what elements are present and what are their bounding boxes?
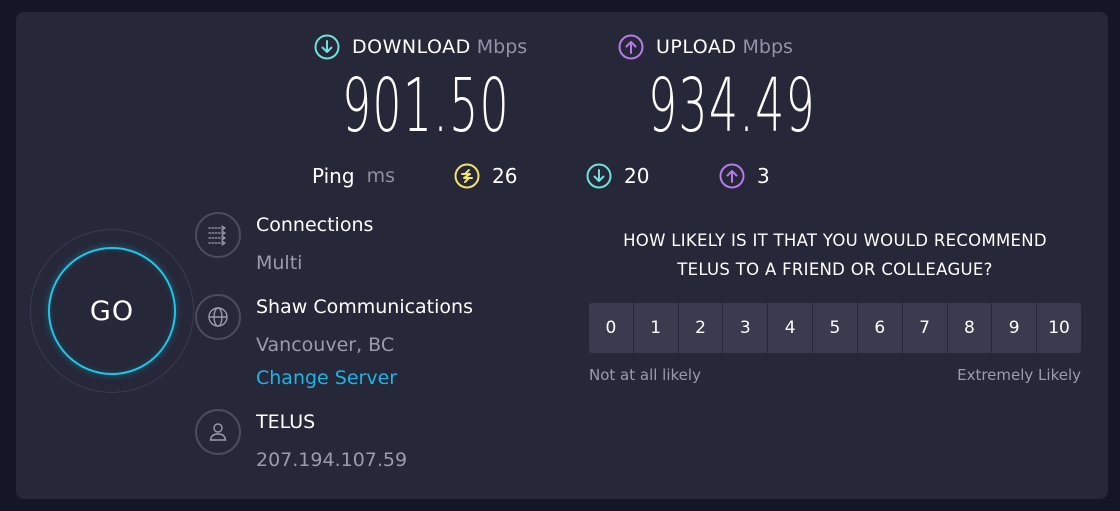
go-label: GO <box>89 295 135 327</box>
globe-icon <box>195 294 241 340</box>
connections-icon[interactable] <box>195 212 241 258</box>
go-button-ring: GO <box>30 229 194 393</box>
upload-unit: Mbps <box>742 36 793 58</box>
download-label: DOWNLOAD <box>352 36 471 58</box>
scale-option-1[interactable]: 1 <box>633 303 679 353</box>
download-arrow-icon <box>314 34 340 60</box>
scale-option-4[interactable]: 4 <box>768 303 814 353</box>
go-button[interactable]: GO <box>48 247 176 375</box>
recommend-scale: 0 1 2 3 4 5 6 7 8 9 10 <box>589 303 1081 353</box>
scale-option-10[interactable]: 10 <box>1037 303 1081 353</box>
download-unit: Mbps <box>476 36 528 58</box>
lightning-circle-icon <box>454 163 480 189</box>
ping-row: Ping ms 26 20 3 <box>312 162 770 190</box>
scale-option-8[interactable]: 8 <box>947 303 993 353</box>
download-header: DOWNLOAD Mbps <box>314 32 527 62</box>
upload-header: UPLOAD Mbps <box>618 32 793 62</box>
upload-speed-value: 934.49 <box>648 63 816 149</box>
survey-question-line1: HOW LIKELY IS IT THAT YOU WOULD RECOMMEN… <box>623 231 1047 250</box>
upload-label: UPLOAD <box>656 36 737 58</box>
scale-option-2[interactable]: 2 <box>678 303 724 353</box>
server-name: Shaw Communications <box>256 296 473 318</box>
change-server-link[interactable]: Change Server <box>256 367 397 389</box>
download-ping: 20 <box>586 162 649 190</box>
scale-option-6[interactable]: 6 <box>857 303 903 353</box>
speedtest-panel: DOWNLOAD Mbps 901.50 UPLOAD Mbps 934.49 … <box>16 12 1108 499</box>
isp-name: TELUS <box>256 411 316 433</box>
upload-result: UPLOAD Mbps 934.49 <box>618 32 815 146</box>
ping-label: Ping <box>312 164 355 188</box>
connections-title: Connections <box>256 214 374 236</box>
download-ping-value: 20 <box>624 164 650 188</box>
scale-option-0[interactable]: 0 <box>589 303 634 353</box>
upload-ping-value: 3 <box>757 164 770 188</box>
scale-option-5[interactable]: 5 <box>813 303 858 353</box>
server-location: Vancouver, BC <box>256 334 395 356</box>
scale-option-3[interactable]: 3 <box>723 303 769 353</box>
isp-ip-address: 207.194.107.59 <box>256 449 408 471</box>
user-icon <box>195 409 241 455</box>
arrow-up-circle-icon <box>719 163 745 189</box>
survey-question-line2: TELUS TO A FRIEND OR COLLEAGUE? <box>677 260 993 279</box>
ping-unit: ms <box>366 165 395 187</box>
scale-low-label: Not at all likely <box>589 366 701 384</box>
scale-high-label: Extremely Likely <box>957 366 1081 384</box>
download-speed-value: 901.50 <box>342 63 510 149</box>
arrow-down-circle-icon <box>586 163 612 189</box>
idle-ping-value: 26 <box>492 164 518 188</box>
scale-option-7[interactable]: 7 <box>902 303 948 353</box>
survey-question: HOW LIKELY IS IT THAT YOU WOULD RECOMMEN… <box>590 226 1080 284</box>
download-result: DOWNLOAD Mbps 901.50 <box>314 32 527 146</box>
scale-option-9[interactable]: 9 <box>992 303 1038 353</box>
idle-ping: 26 <box>454 162 517 190</box>
upload-arrow-icon <box>618 34 644 60</box>
connections-value: Multi <box>256 252 303 274</box>
upload-ping: 3 <box>719 162 770 190</box>
